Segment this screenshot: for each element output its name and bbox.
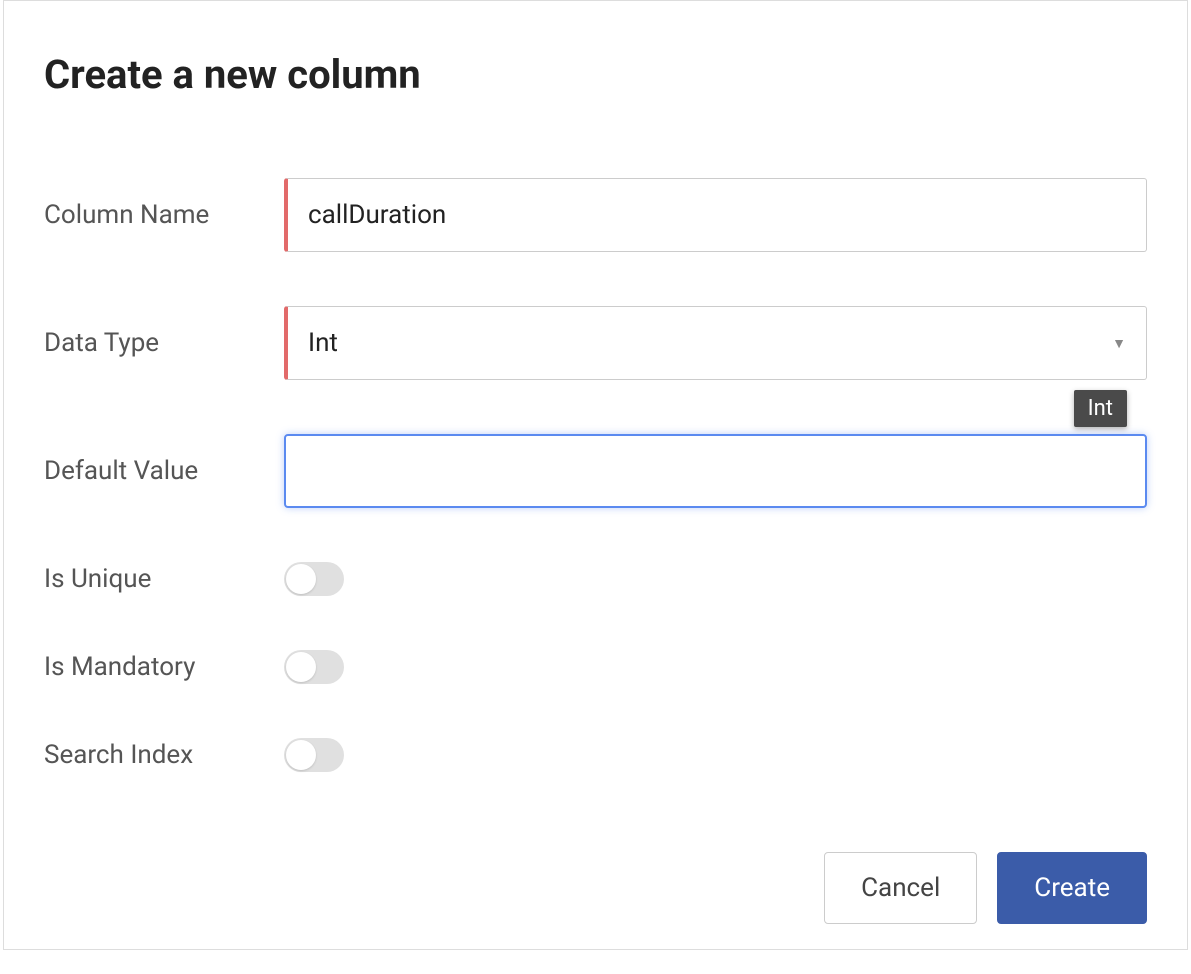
default-value-label: Default Value: [44, 456, 284, 486]
column-name-label: Column Name: [44, 200, 284, 230]
default-value-row: Default Value Int: [44, 434, 1147, 508]
create-button[interactable]: Create: [997, 852, 1147, 924]
toggle-knob: [286, 652, 316, 682]
default-value-input[interactable]: [284, 434, 1147, 508]
is-unique-label: Is Unique: [44, 564, 284, 594]
column-name-input[interactable]: [284, 178, 1147, 252]
data-type-row: Data Type Int ▼: [44, 306, 1147, 380]
create-column-dialog: Create a new column Column Name Data Typ…: [3, 0, 1188, 950]
is-unique-toggle[interactable]: [284, 562, 344, 596]
data-type-value: Int: [308, 328, 338, 358]
dialog-title: Create a new column: [44, 51, 1147, 98]
cancel-button[interactable]: Cancel: [824, 852, 977, 924]
is-unique-row: Is Unique: [44, 562, 1147, 596]
toggle-knob: [286, 564, 316, 594]
is-mandatory-row: Is Mandatory: [44, 650, 1147, 684]
toggle-knob: [286, 740, 316, 770]
search-index-row: Search Index: [44, 738, 1147, 772]
search-index-label: Search Index: [44, 740, 284, 770]
is-mandatory-toggle[interactable]: [284, 650, 344, 684]
search-index-toggle[interactable]: [284, 738, 344, 772]
is-mandatory-label: Is Mandatory: [44, 652, 284, 682]
data-type-label: Data Type: [44, 328, 284, 358]
column-name-row: Column Name: [44, 178, 1147, 252]
default-value-tooltip: Int: [1074, 390, 1127, 427]
data-type-select[interactable]: Int ▼: [284, 306, 1147, 380]
chevron-down-icon: ▼: [1112, 335, 1126, 352]
dialog-actions: Cancel Create: [44, 852, 1147, 924]
